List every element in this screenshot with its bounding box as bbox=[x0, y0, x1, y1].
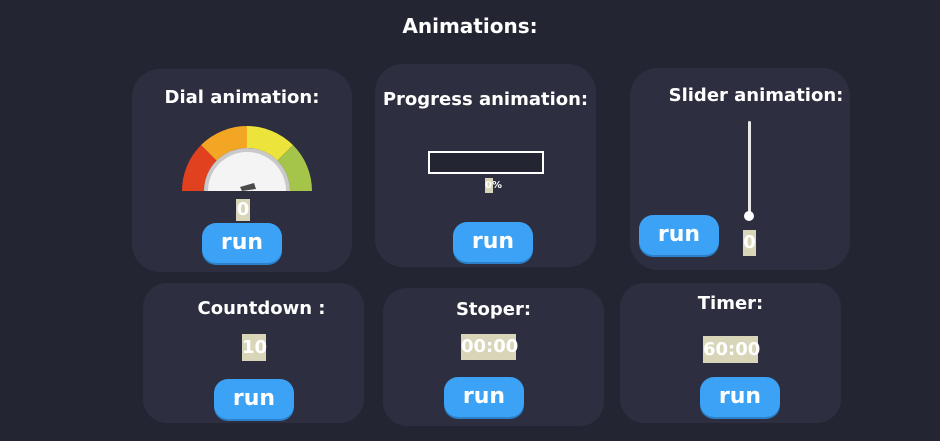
countdown-card: Countdown : 10 run bbox=[143, 283, 364, 423]
dial-gauge bbox=[182, 126, 312, 191]
stoper-card: Stoper: 00:00 run bbox=[383, 288, 604, 426]
dial-run-button[interactable]: run bbox=[202, 223, 282, 263]
slider-card: Slider animation: 0 run bbox=[630, 68, 850, 270]
progress-value: 0% bbox=[485, 178, 502, 193]
progress-bar bbox=[428, 151, 544, 174]
slider-track[interactable] bbox=[748, 121, 751, 216]
timer-run-button[interactable]: run bbox=[700, 377, 780, 417]
countdown-run-button[interactable]: run bbox=[214, 379, 294, 419]
countdown-value: 10 bbox=[242, 334, 267, 361]
progress-run-button[interactable]: run bbox=[453, 222, 533, 262]
countdown-title: Countdown : bbox=[197, 298, 326, 319]
progress-card: Progress animation: 0% run bbox=[375, 64, 596, 267]
dial-value: 0 bbox=[236, 199, 250, 221]
page-title: Animations: bbox=[402, 14, 538, 38]
timer-title: Timer: bbox=[697, 293, 764, 314]
slider-title: Slider animation: bbox=[668, 85, 844, 106]
stoper-title: Stoper: bbox=[455, 299, 532, 320]
slider-thumb[interactable] bbox=[744, 211, 754, 221]
progress-title: Progress animation: bbox=[382, 89, 589, 110]
dial-title: Dial animation: bbox=[164, 87, 320, 108]
stoper-run-button[interactable]: run bbox=[444, 377, 524, 417]
dial-card: Dial animation: 0 run bbox=[132, 69, 352, 272]
timer-card: Timer: 60:00 run bbox=[620, 283, 841, 423]
slider-run-button[interactable]: run bbox=[639, 215, 719, 255]
slider-value: 0 bbox=[743, 230, 756, 256]
stoper-value: 00:00 bbox=[461, 334, 518, 360]
timer-value: 60:00 bbox=[703, 336, 760, 363]
